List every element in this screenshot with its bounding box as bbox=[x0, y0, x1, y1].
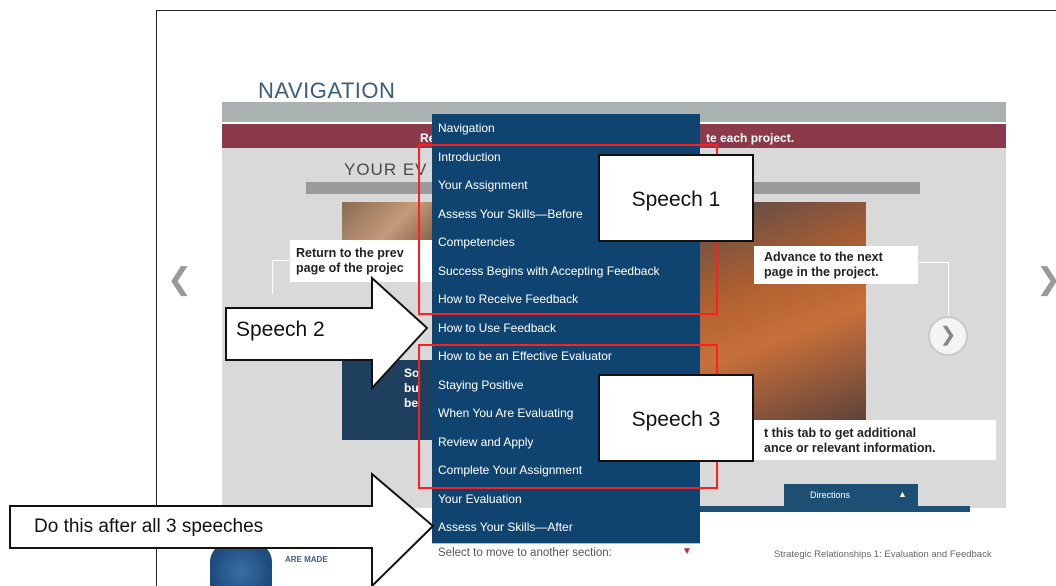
after-all-arrow bbox=[9, 471, 435, 586]
after-all-label-text: Do this after all 3 speeches bbox=[34, 516, 264, 537]
